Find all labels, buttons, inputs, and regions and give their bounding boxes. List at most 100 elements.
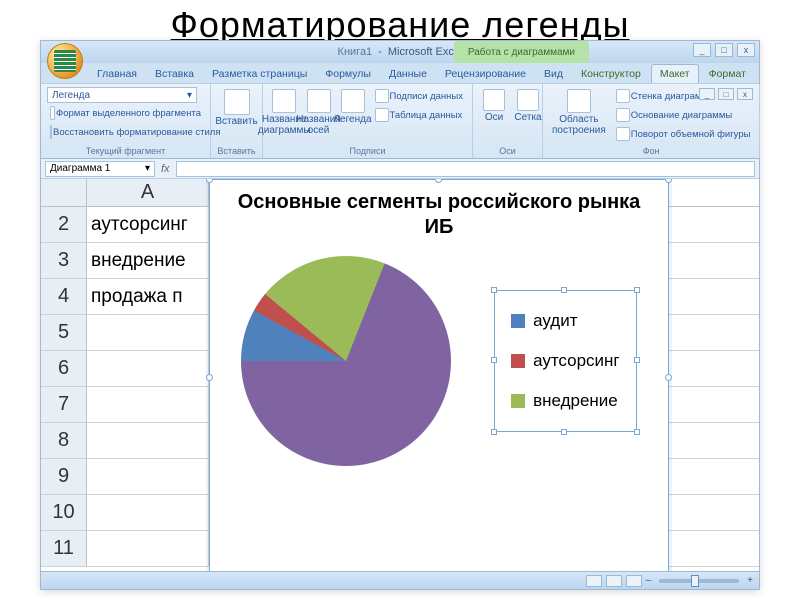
zoom-out-button[interactable]: – [646,575,652,586]
chart-element-selector[interactable]: Легенда▾ [47,87,197,103]
row-header[interactable]: 7 [41,387,87,422]
chart-object[interactable]: Основные сегменты российского рынка ИБ а… [209,179,669,571]
resize-handle[interactable] [491,357,497,363]
resize-handle[interactable] [491,287,497,293]
cell[interactable]: продажа п [87,279,209,314]
title-bar: Книга1 - Microsoft Excel Работа с диагра… [41,41,759,63]
legend-button[interactable]: Легенда [338,87,368,127]
legend-label: аудит [533,311,577,331]
resize-handle[interactable] [491,429,497,435]
close-button[interactable]: x [737,43,755,57]
cell[interactable] [87,423,209,458]
resize-handle[interactable] [561,429,567,435]
view-page-break-button[interactable] [626,575,642,587]
legend-swatch [511,394,525,408]
resize-handle[interactable] [561,287,567,293]
axes-button[interactable]: Оси [479,87,509,125]
chart-title-icon [272,89,296,113]
tab-design[interactable]: Конструктор [573,65,649,83]
tab-insert[interactable]: Вставка [147,65,202,83]
fx-label[interactable]: fx [161,163,170,175]
legend-label: внедрение [533,391,618,411]
insert-button[interactable]: Вставить [217,87,256,129]
view-page-layout-button[interactable] [606,575,622,587]
cell[interactable] [87,315,209,350]
cell[interactable] [87,459,209,494]
data-table-button[interactable]: Таблица данных [372,106,467,124]
gridlines-button[interactable]: Сетка [513,87,543,125]
plot-area-button[interactable]: Область построения [549,87,609,138]
group-label: Текущий фрагмент [47,144,204,158]
doc-restore-button[interactable]: □ [718,88,734,100]
tab-layout[interactable]: Макет [651,64,699,83]
chevron-down-icon: ▾ [187,90,192,101]
tab-home[interactable]: Главная [89,65,145,83]
doc-minimize-button[interactable]: _ [699,88,715,100]
cell[interactable] [87,351,209,386]
cell[interactable]: внедрение [87,243,209,278]
chart-legend[interactable]: аудит аутсорсинг внедрение [494,290,637,432]
col-header-a[interactable]: A [87,179,209,206]
row-header[interactable]: 2 [41,207,87,242]
legend-item[interactable]: аутсорсинг [509,341,622,381]
cell[interactable] [87,495,209,530]
app-name: Microsoft Excel [388,46,463,58]
office-button[interactable] [47,43,83,79]
doc-close-button[interactable]: x [737,88,753,100]
reset-icon [50,125,52,139]
axis-titles-button[interactable]: Названия осей [304,87,334,138]
row-header[interactable]: 3 [41,243,87,278]
3d-rotation-button[interactable]: Поворот объемной фигуры [613,125,754,143]
floor-icon [616,108,630,122]
row-header[interactable]: 11 [41,531,87,566]
format-selection-button[interactable]: Формат выделенного фрагмента [47,104,204,122]
data-labels-icon [375,89,389,103]
group-label: Подписи [269,144,466,158]
chart-floor-button[interactable]: Основание диаграммы [613,106,754,124]
legend-item[interactable]: аудит [509,301,622,341]
data-table-icon [375,108,389,122]
cell[interactable]: аутсорсинг [87,207,209,242]
chart-title-button[interactable]: Название диаграммы [269,87,300,138]
formula-bar-row: Диаграмма 1▾ fx [41,159,759,179]
chart-title[interactable]: Основные сегменты российского рынка ИБ [210,180,668,246]
format-icon [50,106,55,120]
cell[interactable] [87,531,209,566]
row-header[interactable]: 9 [41,459,87,494]
tab-formulas[interactable]: Формулы [317,65,379,83]
tab-view[interactable]: Вид [536,65,571,83]
status-bar: – + [41,571,759,589]
name-box[interactable]: Диаграмма 1▾ [45,161,155,177]
row-header[interactable]: 6 [41,351,87,386]
worksheet-grid[interactable]: A B C D 2аутсорсинг3внедрение4продажа п5… [41,179,759,571]
resize-handle[interactable] [634,429,640,435]
tab-data[interactable]: Данные [381,65,435,83]
wall-icon [616,89,630,103]
row-header[interactable]: 10 [41,495,87,530]
picture-icon [224,89,250,115]
maximize-button[interactable]: □ [715,43,733,57]
zoom-slider[interactable] [659,579,739,583]
zoom-in-button[interactable]: + [747,575,753,586]
minimize-button[interactable]: _ [693,43,711,57]
resize-handle[interactable] [665,374,672,381]
tab-format[interactable]: Формат [701,65,754,83]
row-header[interactable]: 4 [41,279,87,314]
group-label: Оси [479,144,536,158]
row-header[interactable]: 8 [41,423,87,458]
legend-item[interactable]: внедрение [509,381,622,421]
resize-handle[interactable] [206,374,213,381]
tab-page-layout[interactable]: Разметка страницы [204,65,315,83]
row-header[interactable]: 5 [41,315,87,350]
data-labels-button[interactable]: Подписи данных [372,87,467,105]
tab-review[interactable]: Рецензирование [437,65,534,83]
select-all-corner[interactable] [41,179,87,206]
window-title: Книга1 - Microsoft Excel [338,46,463,58]
cell[interactable] [87,387,209,422]
reset-style-button[interactable]: Восстановить форматирование стиля [47,123,204,141]
resize-handle[interactable] [634,357,640,363]
pie-chart[interactable] [241,256,451,466]
view-normal-button[interactable] [586,575,602,587]
formula-bar[interactable] [176,161,755,177]
resize-handle[interactable] [634,287,640,293]
